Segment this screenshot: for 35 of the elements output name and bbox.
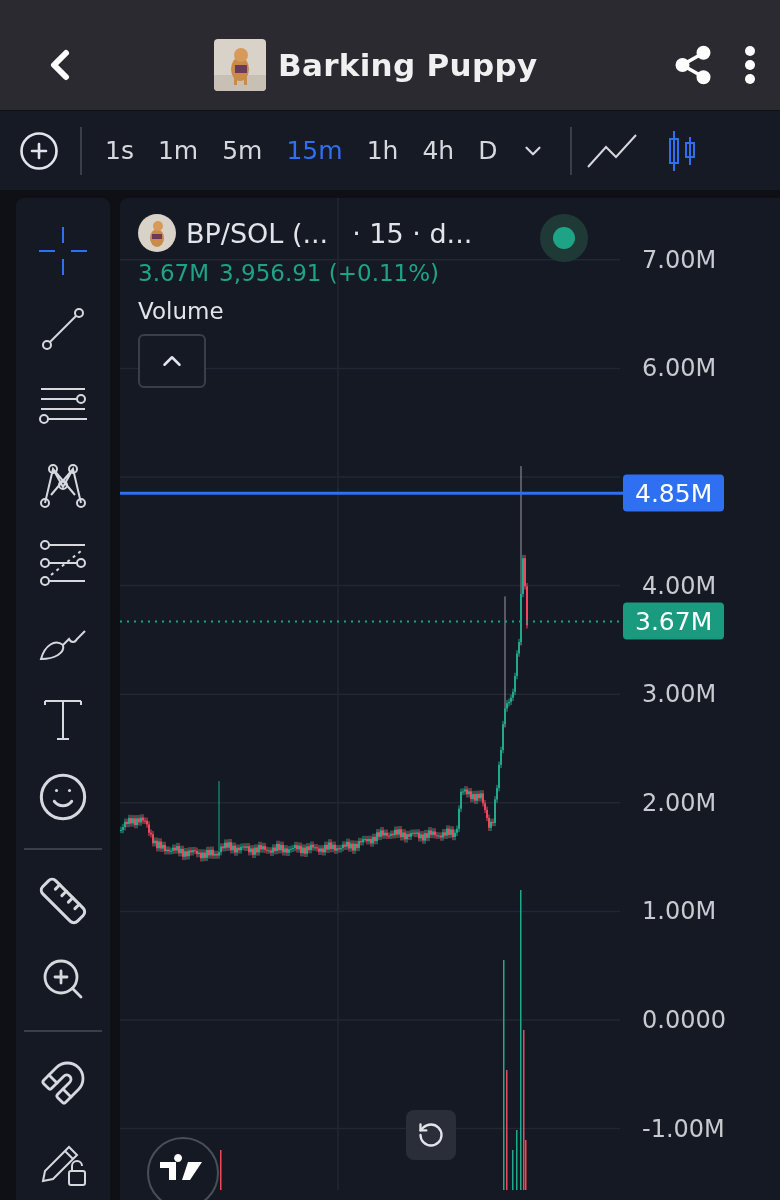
interval-tab[interactable]: 4h (413, 136, 464, 166)
more-icon (744, 45, 756, 86)
symbol-name: BP/SOL (... (186, 217, 329, 249)
plus-circle-icon (18, 129, 60, 172)
price-change: 3,956.91 (+0.11%) (219, 260, 440, 286)
interval-tab[interactable]: 5m (213, 136, 272, 166)
crosshair-icon (37, 225, 89, 277)
horizontal-line[interactable] (120, 491, 625, 495)
interval-tab[interactable]: 1h (357, 136, 408, 166)
axis-label: 7.00M (642, 245, 717, 274)
last-value: 3.67M (138, 260, 210, 286)
axis-label: 0.0000 (642, 1006, 726, 1034)
axis-label: -1.00M (642, 1114, 725, 1143)
more-button[interactable] (744, 45, 756, 86)
axis-label: 1.00M (642, 897, 717, 926)
axis-label: 3.00M (642, 680, 717, 709)
interval-tab[interactable]: 1s (96, 136, 143, 166)
add-indicator-button[interactable] (18, 129, 60, 172)
reset-button[interactable] (406, 1110, 456, 1160)
axis-label: 6.00M (642, 354, 717, 383)
reset-icon (417, 1121, 445, 1149)
interval-tab[interactable]: D (469, 136, 507, 166)
axis-label: 2.00M (642, 788, 717, 817)
ruler-icon (37, 875, 89, 927)
price-line-label: 4.85M (623, 474, 725, 512)
magnet-icon (39, 1059, 87, 1107)
axis-label: 4.00M (642, 571, 717, 600)
interval-tab[interactable]: 15m (277, 136, 352, 166)
coin-title: Barking Puppy (278, 47, 538, 84)
volume-indicator-label: Volume (138, 298, 224, 324)
interval-tab[interactable]: 1m (148, 136, 208, 166)
last-price-label: 3.67M (623, 602, 725, 640)
smiley-icon (37, 771, 89, 823)
fib-retracement-icon (37, 537, 89, 589)
symbol-details: · 15 · d... (352, 217, 473, 249)
